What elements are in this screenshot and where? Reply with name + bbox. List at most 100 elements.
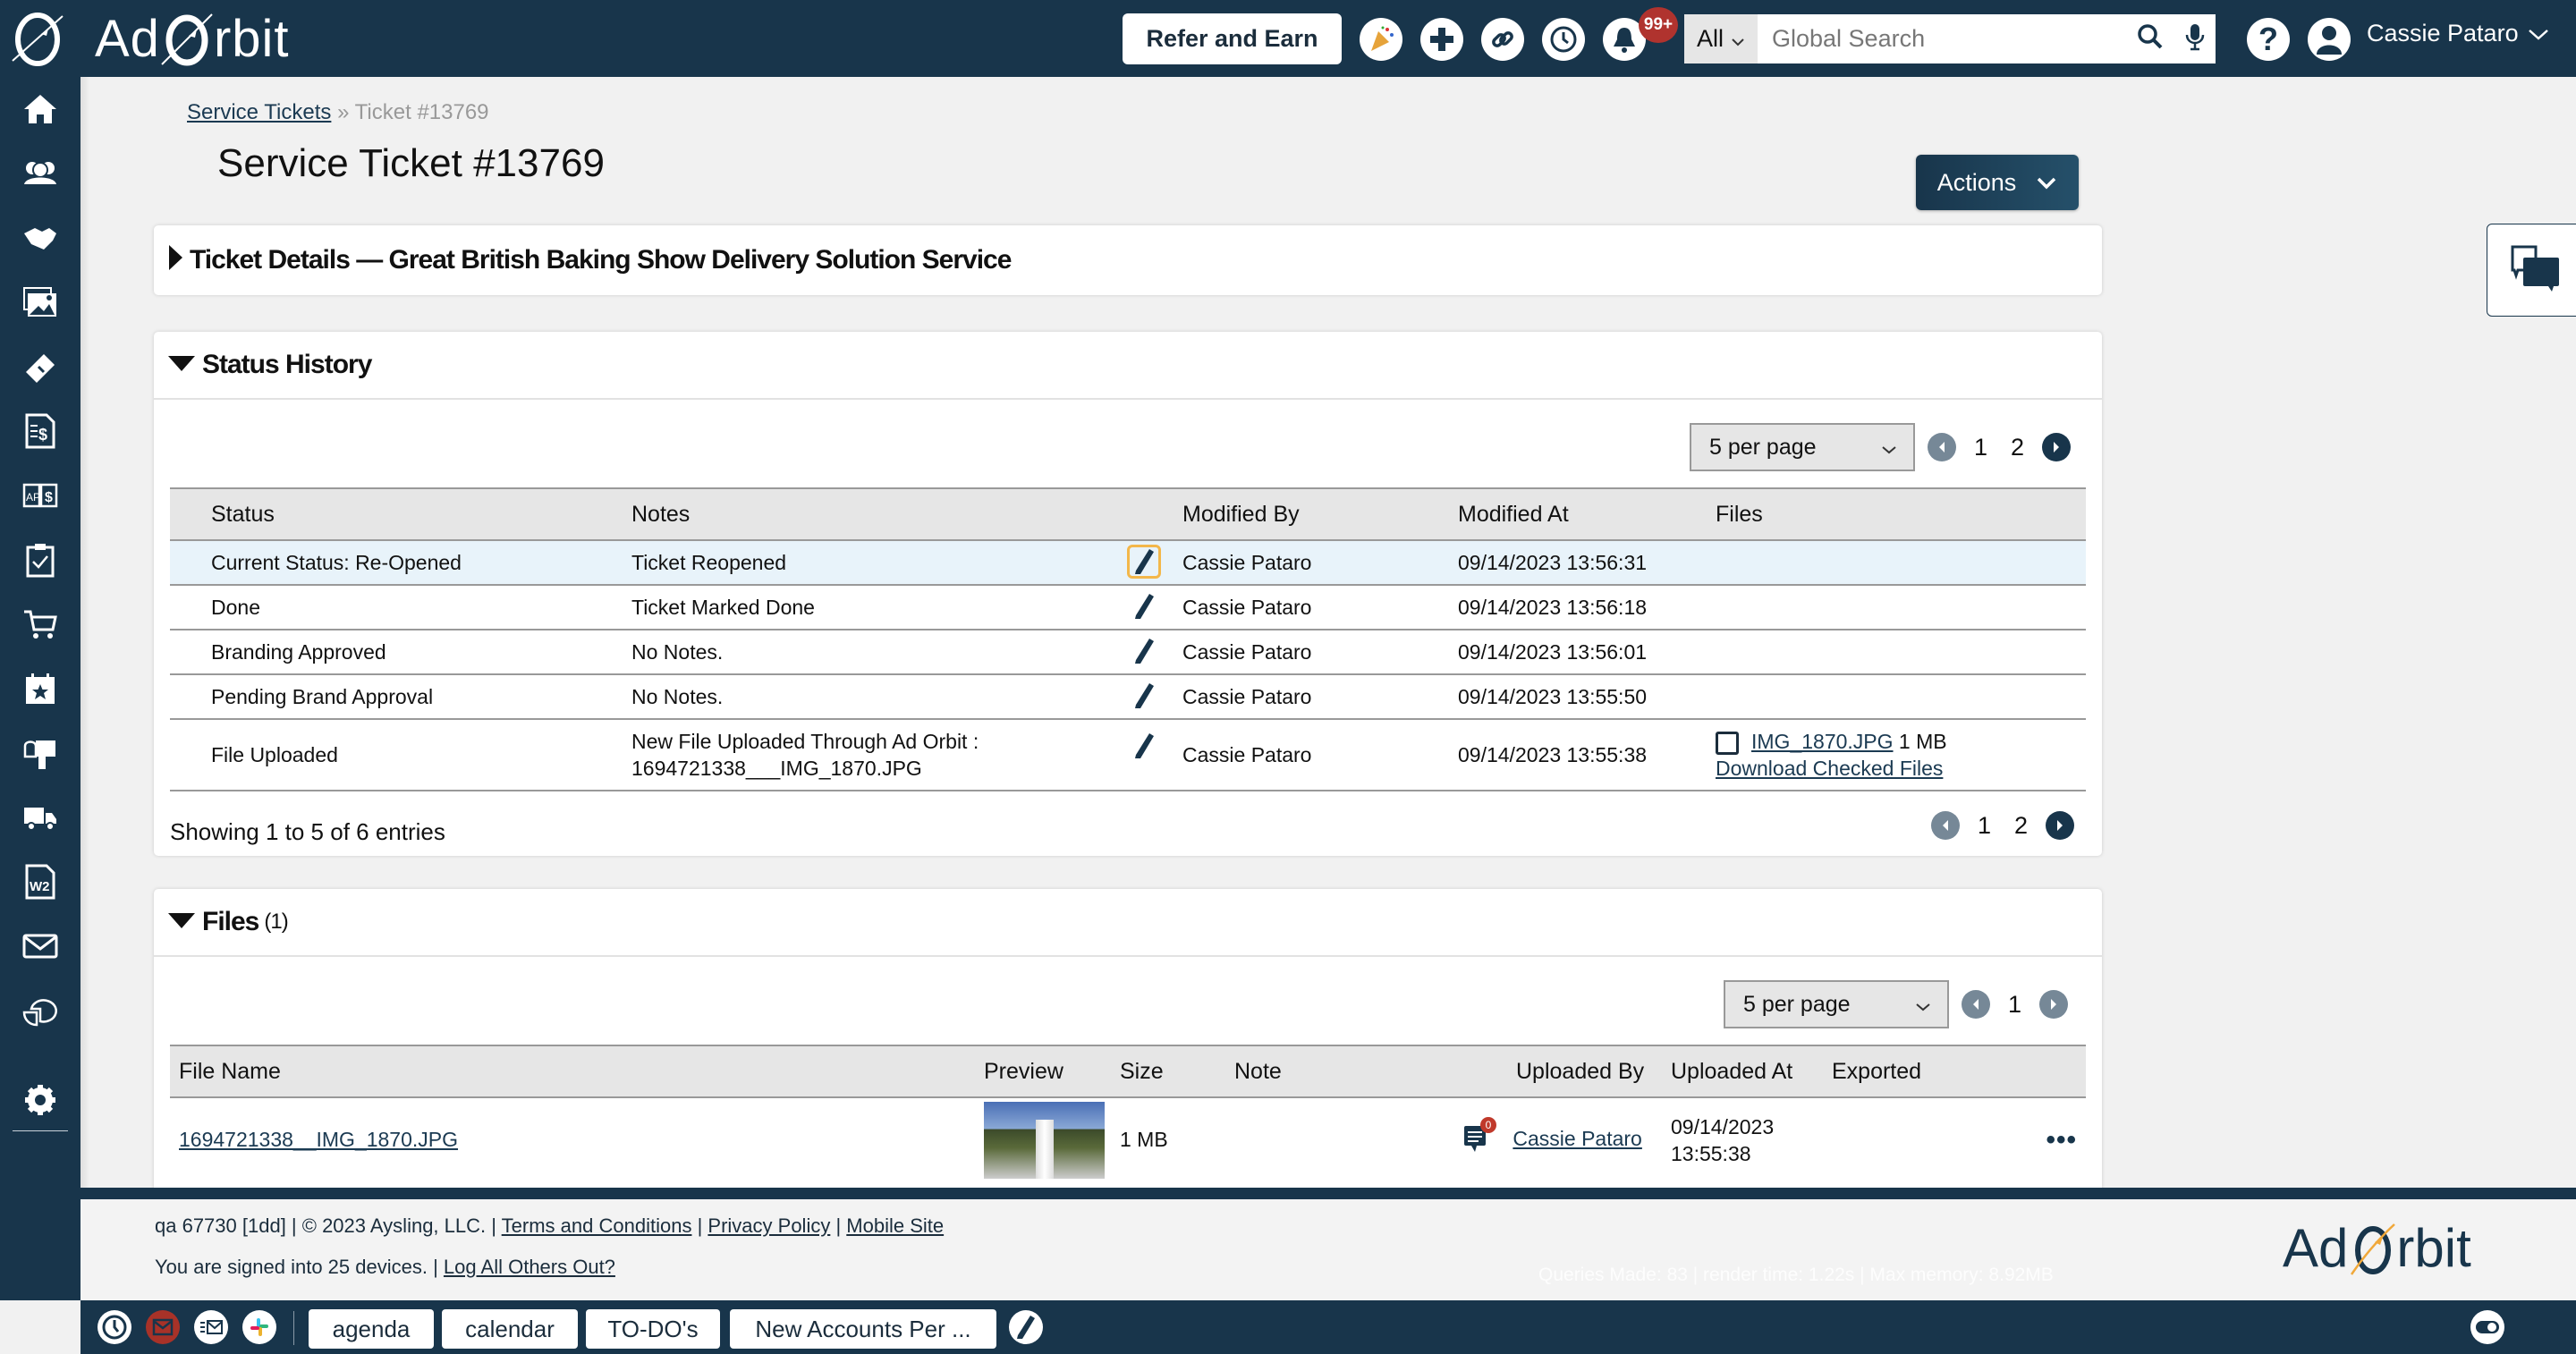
col-exported[interactable]: Exported	[1832, 1045, 2086, 1097]
col-uploaded-by[interactable]: Uploaded By	[1462, 1045, 1671, 1097]
sidebar-item-contacts[interactable]	[19, 154, 62, 197]
party-popper-icon[interactable]	[1360, 18, 1402, 61]
sidebar-item-reports[interactable]	[19, 991, 62, 1034]
sidebar-item-home[interactable]	[19, 89, 62, 132]
edit-note-button[interactable]	[1127, 544, 1161, 579]
clock-icon[interactable]	[97, 1310, 131, 1344]
edit-note-button[interactable]	[1127, 679, 1161, 713]
page-1-link[interactable]: 1	[1972, 812, 1996, 840]
log-out-others-link[interactable]: Log All Others Out?	[444, 1256, 615, 1278]
edit-note-button[interactable]	[1127, 634, 1161, 668]
footer-sessions: You are signed into 25 devices. | Log Al…	[155, 1256, 615, 1279]
sidebar-item-tasks[interactable]	[19, 540, 62, 583]
per-page-select[interactable]: 5 per page	[1724, 980, 1949, 1028]
sidebar-item-mail[interactable]	[19, 733, 62, 776]
sidebar-item-delivery[interactable]	[19, 798, 62, 841]
next-page-button[interactable]	[2042, 433, 2072, 461]
sidebar-item-tax-forms[interactable]: W2	[19, 862, 62, 905]
prev-page-button[interactable]	[1962, 990, 1990, 1019]
plus-icon[interactable]	[1420, 18, 1463, 61]
col-files[interactable]: Files	[1674, 488, 2086, 540]
search-scope-select[interactable]: All	[1684, 14, 1758, 63]
files-panel: Files (1) 5 per page 1 File Name Preview…	[154, 889, 2102, 1193]
next-page-button[interactable]	[2039, 990, 2069, 1019]
sidebar-item-events[interactable]	[19, 669, 62, 712]
file-link[interactable]: IMG_1870.JPG	[1751, 730, 1894, 753]
sidebar-item-email[interactable]	[19, 927, 62, 969]
uploaded-by-link[interactable]: Cassie Pataro	[1513, 1127, 1641, 1150]
col-uploaded-at[interactable]: Uploaded At	[1671, 1045, 1832, 1097]
link-icon[interactable]	[1481, 18, 1524, 61]
toggle-switch-icon[interactable]	[2470, 1310, 2504, 1344]
page-2-link[interactable]: 2	[2005, 434, 2029, 461]
taskbar-separator	[293, 1311, 294, 1345]
user-name: Cassie Pataro	[2367, 20, 2519, 47]
page-1-link[interactable]: 1	[2003, 991, 2027, 1019]
brand-logo[interactable]: Ad rbit	[95, 7, 290, 70]
ticket-details-title: Ticket Details — Great British Baking Sh…	[190, 245, 1012, 275]
file-preview-thumbnail[interactable]	[984, 1101, 1105, 1179]
col-file-name[interactable]: File Name	[170, 1045, 984, 1097]
col-modified-by[interactable]: Modified By	[1172, 488, 1417, 540]
brand-text-left: Ad	[95, 9, 160, 68]
prev-page-button[interactable]	[1928, 433, 1956, 461]
file-size: 1 MB	[1898, 730, 1947, 753]
user-avatar-icon[interactable]	[2308, 18, 2351, 61]
sidebar-item-settings[interactable]	[19, 1080, 62, 1123]
taskbar-tab-new-accounts[interactable]: New Accounts Per ...	[730, 1309, 996, 1349]
per-page-value: 5 per page	[1743, 991, 1851, 1017]
actions-label: Actions	[1936, 168, 2017, 196]
col-modified-at[interactable]: Modified At	[1417, 488, 1674, 540]
files-toggle[interactable]: Files (1)	[154, 889, 2102, 957]
file-name-link[interactable]: 1694721338__IMG_1870.JPG	[179, 1128, 458, 1151]
global-search-input[interactable]	[1758, 14, 2126, 63]
slack-icon[interactable]	[242, 1310, 276, 1344]
sidebar-item-orders[interactable]	[19, 605, 62, 647]
sidebar-item-media[interactable]	[19, 283, 62, 326]
next-page-button[interactable]	[2046, 811, 2075, 840]
prev-page-button[interactable]	[1931, 811, 1960, 840]
sidebar-item-deals[interactable]	[19, 218, 62, 261]
more-options-icon[interactable]: •••	[2046, 1125, 2077, 1155]
privacy-link[interactable]: Privacy Policy	[708, 1214, 830, 1237]
col-size[interactable]: Size	[1120, 1045, 1234, 1097]
taskbar-tab-todos[interactable]: TO-DO's	[586, 1309, 720, 1349]
breadcrumb-service-tickets-link[interactable]: Service Tickets	[187, 100, 331, 124]
status-history-toggle[interactable]: Status History	[154, 332, 2102, 400]
edit-note-button[interactable]	[1127, 589, 1161, 623]
refer-and-earn-button[interactable]: Refer and Earn	[1123, 13, 1342, 64]
sidebar-item-invoices[interactable]: $	[19, 411, 62, 454]
note-comments-icon[interactable]: 0	[1462, 1116, 1496, 1158]
page-2-link[interactable]: 2	[2009, 812, 2033, 840]
sidebar-item-ap-ar[interactable]: AP $	[19, 476, 62, 519]
footer: qa 67730 [1dd] | © 2023 Aysling, LLC. | …	[80, 1199, 2576, 1300]
user-menu[interactable]: Cassie Pataro	[2367, 20, 2549, 47]
actions-dropdown-button[interactable]: Actions	[1916, 155, 2079, 210]
per-page-select[interactable]: 5 per page	[1690, 423, 1915, 471]
file-checkbox[interactable]	[1716, 731, 1739, 755]
ticket-details-toggle[interactable]: Ticket Details — Great British Baking Sh…	[154, 225, 2102, 295]
chat-panel-button[interactable]	[2487, 224, 2576, 317]
history-clock-icon[interactable]	[1542, 18, 1585, 61]
orbit-logo-icon[interactable]	[7, 9, 70, 68]
page-1-link[interactable]: 1	[1969, 434, 1993, 461]
taskbar-tab-agenda[interactable]: agenda	[309, 1309, 434, 1349]
email-list-icon[interactable]	[194, 1310, 228, 1344]
search-icon[interactable]	[2137, 23, 2164, 55]
mobile-site-link[interactable]: Mobile Site	[846, 1214, 944, 1237]
edit-note-button[interactable]	[1127, 729, 1161, 763]
edit-taskbar-icon[interactable]	[1009, 1310, 1043, 1344]
microphone-icon[interactable]	[2185, 22, 2205, 55]
col-preview[interactable]: Preview	[984, 1045, 1120, 1097]
inbox-icon[interactable]	[146, 1310, 180, 1344]
sidebar-item-tickets[interactable]	[19, 347, 62, 390]
status-history-table: Status Notes Modified By Modified At Fil…	[170, 487, 2086, 791]
col-note[interactable]: Note	[1234, 1045, 1462, 1097]
status-history-title: Status History	[202, 350, 372, 379]
taskbar-tab-calendar[interactable]: calendar	[442, 1309, 578, 1349]
col-notes[interactable]: Notes	[590, 488, 1127, 540]
help-icon[interactable]: ?	[2247, 18, 2290, 61]
download-checked-files-link[interactable]: Download Checked Files	[1716, 757, 1943, 780]
col-status[interactable]: Status	[170, 488, 590, 540]
terms-link[interactable]: Terms and Conditions	[502, 1214, 692, 1237]
